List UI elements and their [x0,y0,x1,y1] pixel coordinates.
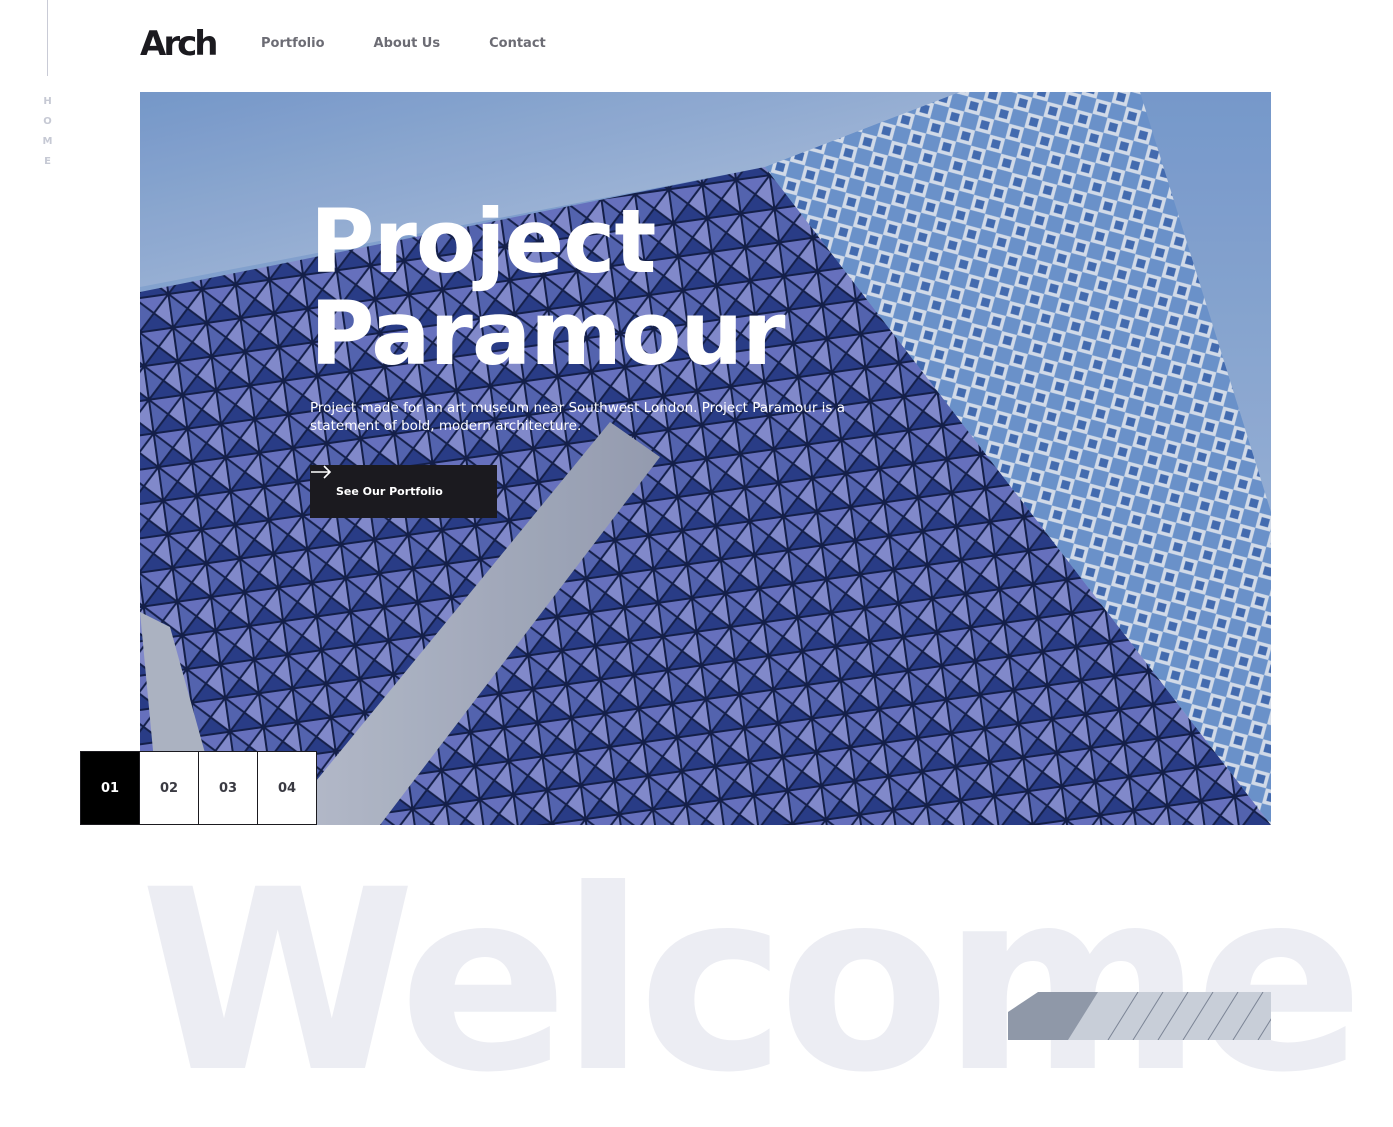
logo[interactable]: Arch [140,26,218,62]
main-nav: Portfolio About Us Contact [261,36,546,52]
hero-description: Project made for an art museum near Sout… [310,400,846,434]
see-portfolio-button-label: See Our Portfolio [336,485,443,498]
hero-section: Project Paramour Project made for an art… [140,92,1271,825]
arrow-right-icon [311,465,332,479]
hero-title: Project Paramour [310,196,910,380]
side-page-label: H O M E [40,96,56,168]
slide-tab-01[interactable]: 01 [80,751,140,825]
slide-tab-03[interactable]: 03 [198,751,258,825]
side-label-letter: M [42,136,54,147]
welcome-heading: Welcome [140,836,1364,1127]
slide-tab-02[interactable]: 02 [139,751,199,825]
nav-link-about-us[interactable]: About Us [374,36,441,52]
side-label-letter: O [43,116,53,127]
hero-title-line-2: Paramour [310,282,785,385]
slide-tab-04[interactable]: 04 [257,751,317,825]
side-label-letter: E [44,156,52,167]
welcome-image [1008,992,1271,1040]
hero-title-line-1: Project [310,190,656,293]
slider-pagination: 01 02 03 04 [80,751,317,825]
side-rail-line [47,0,48,76]
side-label-letter: H [43,96,53,107]
building-thumbnail-image [1008,992,1271,1040]
see-portfolio-button[interactable]: See Our Portfolio [310,465,497,518]
nav-link-contact[interactable]: Contact [489,36,546,52]
nav-link-portfolio[interactable]: Portfolio [261,36,325,52]
